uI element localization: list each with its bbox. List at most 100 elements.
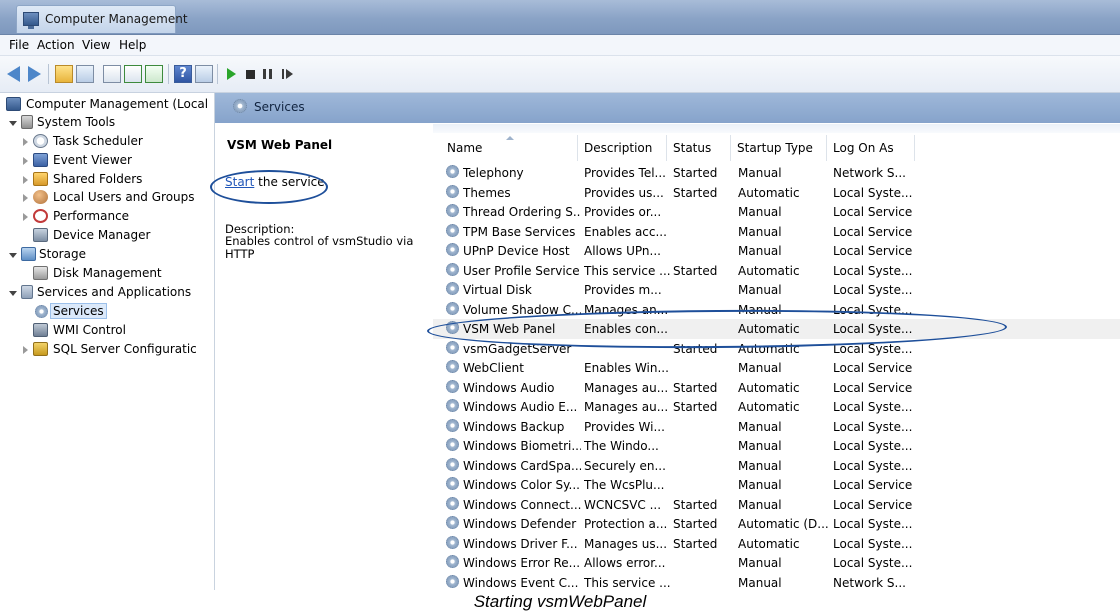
table-row[interactable]: WebClient Enables Win... Manual Local Servi… <box>433 358 1120 378</box>
up-folder-icon[interactable] <box>55 65 73 83</box>
table-cell: Manual <box>738 556 782 570</box>
table-cell: Manual <box>738 361 782 375</box>
column-header-startup-type[interactable]: Startup Type <box>731 135 827 161</box>
table-cell: Started <box>673 536 718 551</box>
sort-ascending-icon <box>506 136 514 140</box>
gear-icon <box>446 535 459 549</box>
show-hide-tree-icon[interactable] <box>76 65 94 83</box>
export-list-icon[interactable] <box>145 65 163 83</box>
services-apps-icon <box>21 285 33 299</box>
menu-help[interactable]: Help <box>119 38 146 52</box>
table-row[interactable]: Telephony Provides Tel... Started Manual Net… <box>433 163 1120 183</box>
table-cell: Network S... <box>833 166 906 180</box>
table-cell: Manual <box>738 419 782 434</box>
collapse-arrow-icon[interactable] <box>23 176 28 184</box>
table-row[interactable]: Thread Ordering S... Provides or... Manual… <box>433 202 1120 222</box>
menu-file[interactable]: File <box>9 38 29 52</box>
help-icon[interactable]: ? <box>174 65 192 83</box>
column-header-name[interactable]: Name <box>441 135 578 161</box>
stop-service-icon[interactable] <box>246 70 255 79</box>
table-cell: The Windo... <box>584 439 659 453</box>
start-service-link[interactable]: Start <box>225 175 254 189</box>
tools-icon <box>21 115 33 129</box>
table-row[interactable]: Windows Audio E... Manages au... Started Au… <box>433 397 1120 417</box>
expand-arrow-icon[interactable] <box>9 121 17 126</box>
table-cell: Provides Wi... <box>584 419 665 434</box>
gear-icon <box>446 243 459 256</box>
refresh-icon[interactable] <box>124 65 142 83</box>
table-cell: Windows Connect... <box>463 497 581 512</box>
table-row[interactable]: Windows Biometri... The Windo... Manual Loc… <box>433 436 1120 456</box>
tree-label: WMI Control <box>53 323 126 337</box>
menu-view[interactable]: View <box>82 38 110 52</box>
table-cell: Started <box>673 263 718 278</box>
table-cell: Manual <box>738 244 782 258</box>
table-cell: Manual <box>738 458 782 473</box>
table-row[interactable]: User Profile Service This service ... Star… <box>433 261 1120 281</box>
table-row[interactable]: Windows Driver F... Manages us... Started A… <box>433 534 1120 554</box>
table-cell: Local Service <box>833 497 913 512</box>
tree-label: Computer Management (Local <box>26 97 209 111</box>
column-header-description[interactable]: Description <box>578 135 667 161</box>
table-row[interactable]: Windows Connect... WCNCSVC ... Started Manu… <box>433 495 1120 515</box>
table-cell: User Profile Service <box>463 263 580 278</box>
table-cell: Automatic <box>738 322 800 336</box>
table-cell: Started <box>673 166 718 180</box>
collapse-arrow-icon[interactable] <box>23 213 28 221</box>
table-row[interactable]: Windows Color Sy... The WcsPlu... Manual Lo… <box>433 475 1120 495</box>
services-panel-header: Services <box>215 93 1120 123</box>
table-row[interactable]: Windows Audio Manages au... Started Automat… <box>433 378 1120 398</box>
pause-service-icon[interactable] <box>263 69 272 79</box>
show-action-pane-icon[interactable] <box>195 65 213 83</box>
table-cell: Local Service <box>833 361 913 375</box>
table-cell: Manual <box>738 224 782 239</box>
back-arrow-icon[interactable] <box>7 66 20 82</box>
gear-icon <box>446 516 459 529</box>
table-cell: Local Service <box>833 380 913 395</box>
window-title: Computer Management <box>45 12 188 26</box>
column-header-status[interactable]: Status <box>667 135 731 161</box>
table-cell: Provides or... <box>584 205 662 219</box>
table-cell: Manual <box>738 439 782 453</box>
table-row[interactable]: UPnP Device Host Allows UPn... Manual Local… <box>433 241 1120 261</box>
table-cell: Manual <box>738 497 782 512</box>
collapse-arrow-icon[interactable] <box>23 138 28 146</box>
table-row[interactable]: Volume Shadow C... Manages an... Manual Loc… <box>433 300 1120 320</box>
menu-action[interactable]: Action <box>37 38 75 52</box>
table-row[interactable]: Windows CardSpa... Securely en... Manual Lo… <box>433 456 1120 476</box>
tree-label: SQL Server Configuratic <box>53 342 197 356</box>
table-row[interactable]: Themes Provides us... Started Automatic Loca… <box>433 183 1120 203</box>
start-service-icon[interactable] <box>227 68 236 80</box>
properties-icon[interactable] <box>103 65 121 83</box>
restart-service-icon[interactable] <box>282 69 293 79</box>
description-text: Enables control of vsmStudio via HTTP <box>225 234 414 261</box>
forward-arrow-icon[interactable] <box>28 66 41 82</box>
table-cell: Provides Tel... <box>584 166 666 180</box>
table-row[interactable]: VSM Web Panel Enables con... Automatic Loca… <box>433 319 1120 339</box>
window-title-tab[interactable]: Computer Management <box>16 5 188 33</box>
table-row[interactable]: Windows Event C... This service ... Manual… <box>433 573 1120 591</box>
table-cell: Manual <box>738 302 782 317</box>
table-row[interactable]: Windows Backup Provides Wi... Manual Local … <box>433 417 1120 437</box>
gear-icon <box>35 305 48 318</box>
collapse-arrow-icon[interactable] <box>23 157 28 165</box>
table-cell: Manual <box>738 575 782 590</box>
table-row[interactable]: Windows Error Re... Allows error... Manual… <box>433 553 1120 573</box>
column-header-label: Name <box>447 141 483 155</box>
collapse-arrow-icon[interactable] <box>23 194 28 202</box>
table-cell: Windows Color Sy... <box>463 478 580 492</box>
event-viewer-icon <box>33 153 48 167</box>
table-row[interactable]: TPM Base Services Enables acc... Manual Loc… <box>433 222 1120 242</box>
column-header-label: Startup Type <box>737 141 813 155</box>
column-header-log-on-as[interactable]: Log On As <box>827 135 915 161</box>
collapse-arrow-icon[interactable] <box>23 346 28 354</box>
computer-management-icon <box>23 12 39 29</box>
expand-arrow-icon[interactable] <box>9 253 17 258</box>
table-row[interactable]: Windows Defender Protection a... Started Au… <box>433 514 1120 534</box>
table-row[interactable]: vsmGadgetServer Started Automatic Local Sys… <box>433 339 1120 359</box>
table-cell: Local Syste... <box>833 283 913 297</box>
table-cell: Windows Biometri... <box>463 439 581 453</box>
table-row[interactable]: Virtual Disk Provides m... Manual Local Sys… <box>433 280 1120 300</box>
toolbar: ? <box>0 56 1120 93</box>
expand-arrow-icon[interactable] <box>9 291 17 296</box>
